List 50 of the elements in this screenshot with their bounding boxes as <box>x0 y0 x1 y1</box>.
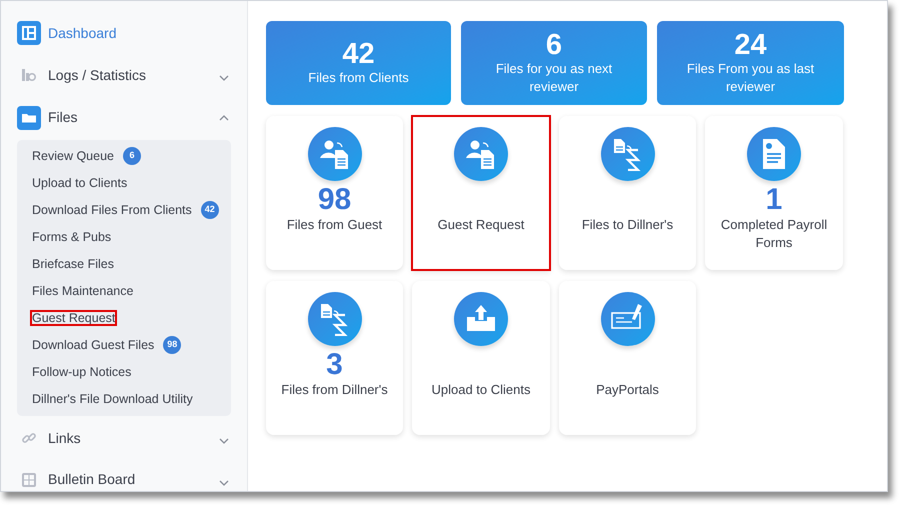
dashboard-tile[interactable]: 3 Files from Dillner's <box>266 281 403 435</box>
tile-label: Completed Payroll Forms <box>720 216 828 252</box>
sidebar-item[interactable]: Links <box>17 426 231 450</box>
chevron-icon <box>219 480 229 486</box>
folder-icon <box>17 106 41 130</box>
submenu-item[interactable]: Follow-up Notices <box>31 365 132 380</box>
submenu-item[interactable]: Files Maintenance <box>31 284 134 298</box>
tile-label: Upload to Clients <box>432 381 530 399</box>
submenu-item[interactable]: Upload to Clients <box>31 176 128 190</box>
submenu-item[interactable]: Review Queue <box>31 149 115 164</box>
chart-icon <box>21 67 37 84</box>
dashboard-tile[interactable]: 98 Files from Guest <box>266 116 403 270</box>
chevron-icon <box>219 114 229 121</box>
dashboard-tile[interactable]: Guest Request <box>412 116 550 270</box>
submenu-item[interactable]: Download Guest Files <box>31 338 156 352</box>
submenu-item[interactable]: Briefcase Files <box>31 257 115 272</box>
sidebar-item[interactable]: Bulletin Board <box>17 468 231 492</box>
count-badge: 6 <box>123 147 141 166</box>
link-icon <box>21 430 37 446</box>
tile-label: Guest Request <box>438 216 524 234</box>
dashboard-tile[interactable]: PayPortals <box>559 281 696 435</box>
tile-label: Files to Dillner's <box>582 216 674 234</box>
submenu-item[interactable]: Forms & Pubs <box>31 230 112 244</box>
submenu-item[interactable]: Dillner's File Download Utility <box>31 392 194 406</box>
stat-label: Files from Clients <box>308 69 409 87</box>
sidebar-item[interactable]: Files <box>17 106 231 130</box>
tile-count: 1 <box>766 184 782 216</box>
count-badge: 42 <box>200 201 219 220</box>
submenu-item[interactable]: Download Files From Clients <box>31 203 193 218</box>
stat-label: Files for you as next reviewer <box>494 60 614 96</box>
dashboard-icon <box>17 21 41 45</box>
tile-count: 98 <box>318 184 352 216</box>
dashboard-tile[interactable]: Upload to Clients <box>412 281 550 435</box>
chevron-icon <box>219 75 229 82</box>
submenu-item[interactable]: Guest Request <box>31 311 116 326</box>
grid-icon <box>21 472 37 488</box>
tile-label: Files from Dillner's <box>281 381 388 399</box>
chevron-icon <box>219 438 229 444</box>
tile-count: 3 <box>326 349 343 381</box>
dashboard-tile[interactable]: 1 Completed Payroll Forms <box>705 116 843 270</box>
stat-label: Files From you as last reviewer <box>686 60 816 96</box>
count-badge: 98 <box>163 336 182 354</box>
stat-value: 24 <box>734 30 767 60</box>
tile-label: Files from Guest <box>286 216 382 234</box>
sidebar-item[interactable]: Logs / Statistics <box>17 64 231 87</box>
stat-value: 6 <box>546 30 562 60</box>
sidebar-item[interactable]: Dashboard <box>17 21 231 45</box>
tile-label: PayPortals <box>596 381 659 399</box>
stat-value: 42 <box>342 39 375 69</box>
dashboard-tile[interactable]: Files to Dillner's <box>559 116 696 270</box>
